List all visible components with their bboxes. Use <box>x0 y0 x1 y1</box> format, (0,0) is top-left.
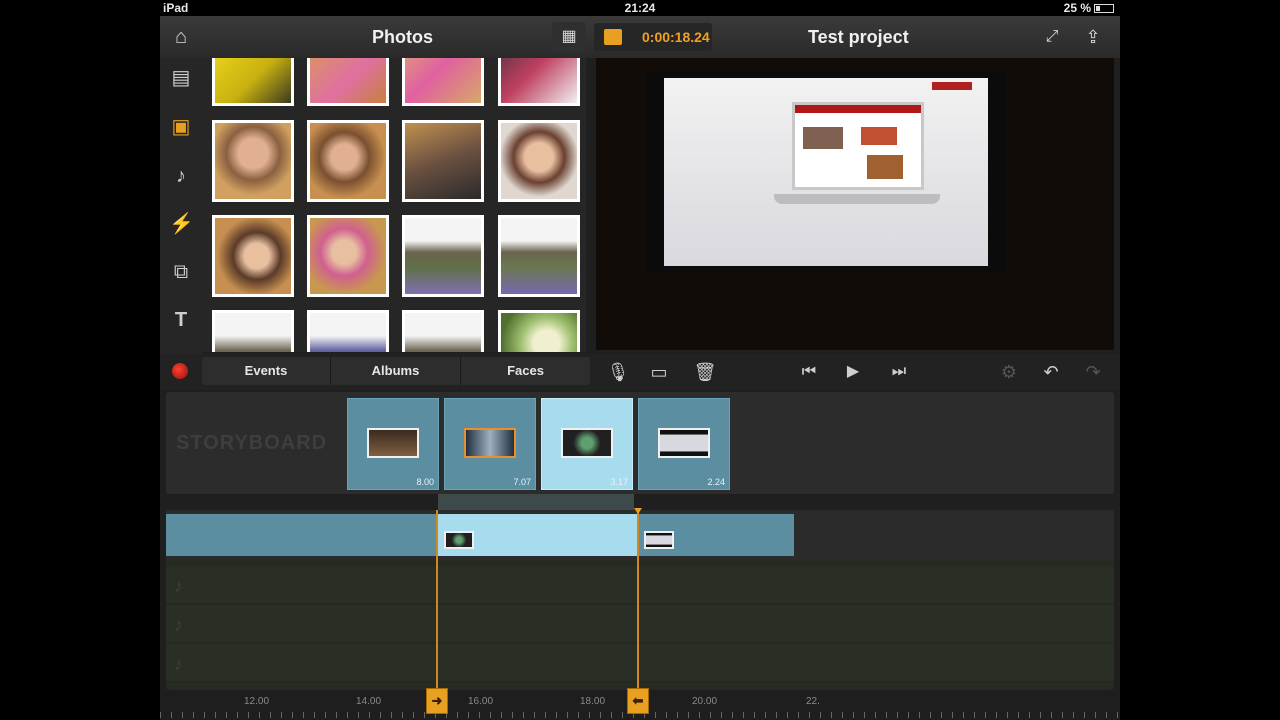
photo-thumb[interactable] <box>402 215 484 297</box>
clip-thumbnail <box>644 531 674 549</box>
photo-thumb[interactable] <box>307 58 389 106</box>
lightning-icon[interactable]: ⚡ <box>169 212 194 236</box>
split-icon[interactable]: ▭ <box>646 360 672 384</box>
photo-thumb[interactable] <box>212 58 294 106</box>
battery-status: 25 % <box>1064 1 1114 15</box>
battery-label: 25 % <box>1063 1 1091 15</box>
browser-title: Photos <box>372 27 433 47</box>
timeline-clip[interactable] <box>638 514 794 556</box>
trim-handle-end[interactable]: ⬅ <box>627 688 649 714</box>
tab-faces[interactable]: Faces <box>461 357 590 385</box>
timeline-clip-selected[interactable] <box>438 514 638 556</box>
photo-thumb[interactable] <box>402 58 484 106</box>
photo-thumb[interactable] <box>498 215 580 297</box>
ruler-label: 16.00 <box>468 696 494 707</box>
ruler-label: 14.00 <box>356 696 382 707</box>
storyboard-clip[interactable]: 7.07 <box>444 398 536 490</box>
clip-thumbnail <box>367 428 419 458</box>
music-note-icon: ♪ <box>174 615 183 635</box>
timeline-clip[interactable] <box>166 514 438 556</box>
home-icon[interactable]: ⌂ <box>166 22 196 52</box>
timeline-view-icon[interactable] <box>604 29 622 45</box>
tab-albums[interactable]: Albums <box>331 357 461 385</box>
photo-thumb[interactable] <box>212 120 294 202</box>
overlay-icon[interactable]: ⧉ <box>169 260 193 284</box>
source-tabs: Events Albums Faces <box>202 357 590 385</box>
settings-icon[interactable]: ⚙ <box>996 360 1022 384</box>
skip-forward-icon[interactable]: ⏭ <box>886 360 912 384</box>
clip-thumbnail <box>561 428 613 458</box>
clip-duration: 2.24 <box>707 477 725 487</box>
music-note-icon[interactable]: ♪ <box>169 164 193 188</box>
record-icon[interactable] <box>172 363 188 379</box>
photo-thumb[interactable] <box>212 310 294 352</box>
ruler-label: 22. <box>806 696 820 707</box>
audio-track[interactable]: ♪ <box>166 566 1114 604</box>
photo-thumb[interactable] <box>498 310 580 352</box>
storyboard-clip[interactable]: 8.00 <box>347 398 439 490</box>
photo-thumb[interactable] <box>307 310 389 352</box>
project-title: Test project <box>808 27 909 47</box>
undo-icon[interactable]: ↶ <box>1038 360 1064 384</box>
audio-track[interactable]: ♪ <box>166 605 1114 643</box>
clip-thumbnail <box>444 531 474 549</box>
storyboard-label: STORYBOARD <box>176 432 328 454</box>
film-icon[interactable]: ▤ <box>169 66 193 90</box>
trim-handle-start[interactable]: ➜ <box>426 688 448 714</box>
photo-grid <box>202 58 586 352</box>
video-preview[interactable] <box>596 58 1114 350</box>
music-note-icon: ♪ <box>174 576 183 596</box>
media-sidebar: ▤ ▣ ♪ ⚡ ⧉ T <box>160 58 202 354</box>
trim-line-start <box>436 510 438 690</box>
grid-view-icon[interactable]: ▦ <box>552 22 586 52</box>
text-icon[interactable]: T <box>169 308 193 332</box>
toolbar: Events Albums Faces 🎙 ▭ 🗑 ⏮ ▶ ⏭ ⚙ ↶ ↷ <box>160 354 1120 390</box>
share-icon[interactable]: ⇪ <box>1078 22 1108 52</box>
preview-frame-image <box>664 78 988 266</box>
preview-tv-frame <box>646 72 1006 272</box>
photo-thumb[interactable] <box>307 120 389 202</box>
clip-duration: 7.07 <box>513 477 531 487</box>
fullscreen-icon[interactable]: ⤢ <box>1038 22 1066 52</box>
storyboard: STORYBOARD 8.00 7.07 3.17 2.24 <box>166 392 1114 494</box>
photo-thumb[interactable] <box>212 215 294 297</box>
clip-duration: 3.17 <box>610 477 628 487</box>
audio-track[interactable]: ♪ <box>166 644 1114 682</box>
timecode: 0:00:18.24 <box>642 29 710 45</box>
photo-thumb[interactable] <box>402 310 484 352</box>
top-bar: ⌂ Photos ▦ 0:00:18.24 Test project ⤢ ⇪ <box>160 16 1120 58</box>
clock: 21:24 <box>624 1 656 15</box>
selection-connector <box>438 494 634 510</box>
video-track <box>166 510 1114 560</box>
music-note-icon: ♪ <box>174 654 183 674</box>
redo-icon[interactable]: ↷ <box>1080 360 1106 384</box>
clip-duration: 8.00 <box>416 477 434 487</box>
status-bar: iPad 21:24 25 % <box>160 0 1120 16</box>
ruler-label: 20.00 <box>692 696 718 707</box>
photo-thumb[interactable] <box>498 120 580 202</box>
trim-line-end <box>637 510 639 690</box>
timeline: ♪ ♪ ♪ <box>166 510 1114 690</box>
clip-thumbnail <box>658 428 710 458</box>
tab-events[interactable]: Events <box>202 357 331 385</box>
photo-icon[interactable]: ▣ <box>169 115 193 139</box>
battery-icon <box>1094 4 1114 13</box>
ruler-label: 12.00 <box>244 696 270 707</box>
photo-thumb[interactable] <box>402 120 484 202</box>
trash-icon[interactable]: 🗑 <box>692 360 718 384</box>
play-icon[interactable]: ▶ <box>840 360 866 384</box>
skip-back-icon[interactable]: ⏮ <box>796 360 822 384</box>
storyboard-clip[interactable]: 2.24 <box>638 398 730 490</box>
playhead-marker <box>634 508 642 514</box>
storyboard-clip-selected[interactable]: 3.17 <box>541 398 633 490</box>
timecode-box[interactable]: 0:00:18.24 <box>594 23 712 51</box>
microphone-icon[interactable]: 🎙 <box>605 360 631 384</box>
ruler-label: 18.00 <box>580 696 606 707</box>
clip-thumbnail <box>464 428 516 458</box>
ipad-screen: iPad 21:24 25 % ⌂ Photos ▦ 0:00:18.24 Te… <box>160 0 1120 720</box>
photo-thumb[interactable] <box>307 215 389 297</box>
photo-thumb[interactable] <box>498 58 580 106</box>
